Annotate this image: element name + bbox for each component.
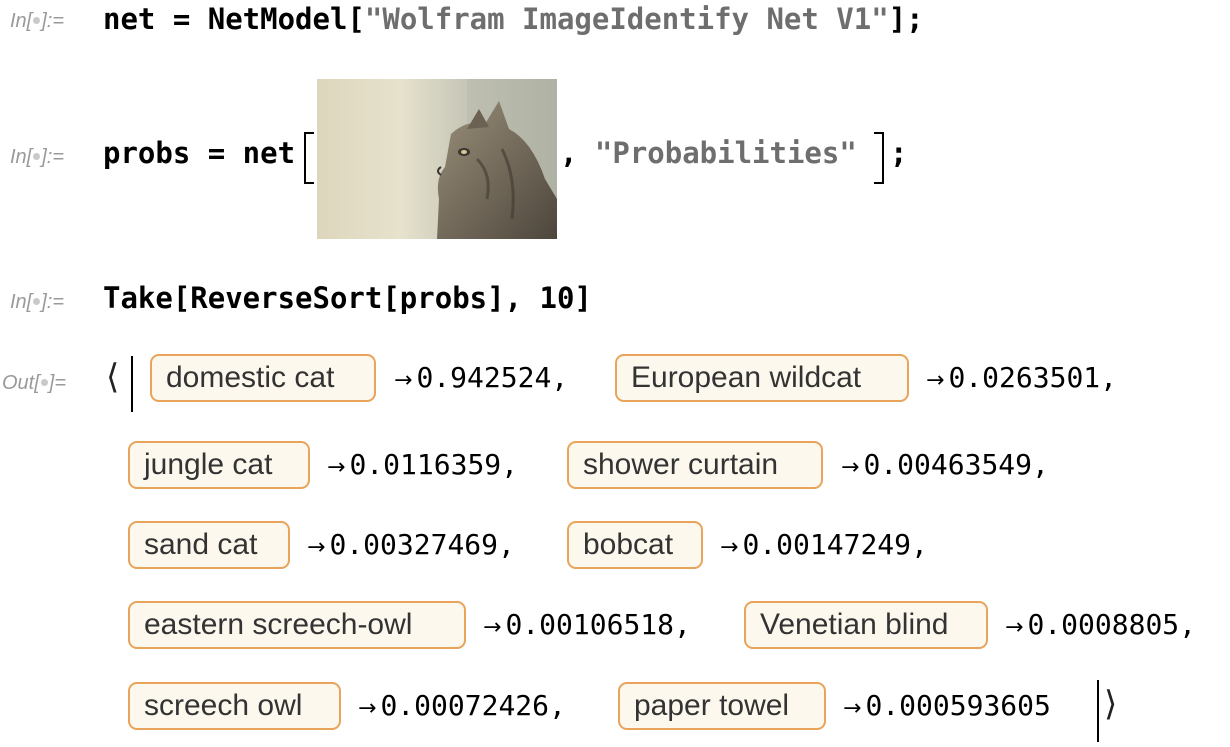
code-text: , [560,136,595,170]
entity-jungle-cat[interactable]: jungle cat [128,441,310,489]
probability-value: → 0.00463549, [841,448,1049,481]
entity-venetian-blind[interactable]: Venetian blind [744,601,988,649]
probability-value: → 0.942524, [394,361,569,394]
entity-european-wildcat[interactable]: European wildcat [615,354,909,402]
input-cell-2-code[interactable]: probs = net [103,136,295,170]
entity-domestic-cat[interactable]: domestic cat [150,354,376,402]
entity-sand-cat[interactable]: sand cat [128,521,290,569]
entity-paper-towel[interactable]: paper towel [618,682,826,730]
input-label-1: In[]:= [10,10,65,32]
bracket-left-stem [304,132,306,184]
association-close-bar [1097,680,1099,742]
string-literal: "Probabilities" [594,136,857,170]
input-cell-3[interactable]: Take[ReverseSort[probs], 10] [103,281,592,315]
entity-screech-owl[interactable]: screech owl [128,682,341,730]
cat-image[interactable] [317,79,557,239]
probability-value: → 0.00327469, [307,528,515,561]
string-literal: "Wolfram ImageIdentify Net V1" [364,2,889,36]
cat-photo-icon [317,79,557,239]
bracket-right-stem [882,132,884,184]
bracket-right-top [874,132,884,134]
input-label-3: In[]:= [10,291,65,313]
output-label: Out[]= [2,372,67,394]
code-text: net = NetModel[ [103,2,365,36]
probability-value: → 0.0116359, [327,448,519,481]
code-text: probs = net [103,136,296,170]
entity-bobcat[interactable]: bobcat [567,521,703,569]
probability-value: → 0.0008805, [1005,608,1197,641]
probability-value: → 0.00072426, [358,689,566,722]
probability-value: → 0.00106518, [483,608,691,641]
entity-eastern-screech-owl[interactable]: eastern screech-owl [128,601,466,649]
input-cell-2-args[interactable]: , "Probabilities" [560,136,857,170]
input-label-2: In[]:= [10,146,65,168]
bracket-left-top [304,132,314,134]
association-close-icon: ⟩ [1104,684,1118,724]
probability-value: → 0.000593605 [843,689,1051,722]
code-text: ]; [888,2,924,36]
bracket-right-bottom [874,182,884,184]
bracket-left-bottom [304,182,314,184]
code-text: Take[ReverseSort[probs], 10] [103,281,592,315]
input-cell-2-suffix: ; [890,136,908,170]
input-cell-1[interactable]: net = NetModel["Wolfram ImageIdentify Ne… [103,2,924,36]
association-open-bar [131,356,133,412]
probability-value: → 0.0263501, [926,361,1118,394]
probability-value: → 0.00147249, [720,528,928,561]
entity-shower-curtain[interactable]: shower curtain [567,441,823,489]
association-open-icon: ⟨ [106,357,120,397]
